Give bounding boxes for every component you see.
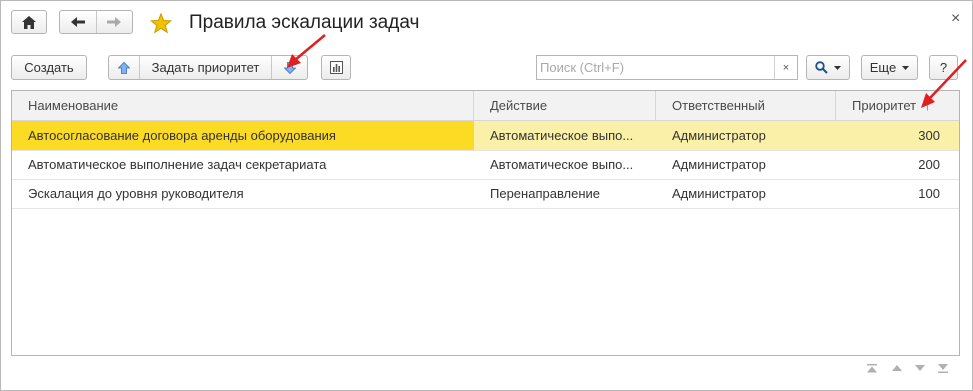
nav-last-icon xyxy=(938,363,948,373)
annotation-arrow-icon xyxy=(287,34,326,68)
back-arrow-icon[interactable] xyxy=(60,11,97,33)
table-row[interactable]: Эскалация до уровня руководителя Перенап… xyxy=(12,179,959,209)
home-button[interactable] xyxy=(11,10,47,34)
chevron-down-icon xyxy=(902,65,910,70)
rules-table: Наименование Действие Ответственный Прио… xyxy=(11,90,960,356)
cell-name: Автосогласование договора аренды оборудо… xyxy=(12,121,474,150)
annotation-arrow-icon xyxy=(921,59,967,108)
set-priority-button[interactable]: Задать приоритет xyxy=(140,56,273,79)
column-header-responsible[interactable]: Ответственный xyxy=(656,91,836,120)
nav-history-group xyxy=(59,10,133,34)
nav-up-icon xyxy=(892,365,902,371)
create-button[interactable]: Создать xyxy=(11,55,87,80)
move-up-icon[interactable] xyxy=(109,56,140,79)
cell-name: Автоматическое выполнение задач секретар… xyxy=(28,157,327,172)
cell-action: Автоматическое выпо... xyxy=(474,121,656,150)
report-icon xyxy=(329,61,343,74)
cell-action: Автоматическое выпо... xyxy=(490,157,634,172)
home-icon xyxy=(22,15,36,29)
nav-last-button[interactable] xyxy=(932,359,954,377)
page-title: Правила эскалации задач xyxy=(189,12,420,33)
table-row[interactable]: Автосогласование договора аренды оборудо… xyxy=(12,121,959,151)
search-clear-button[interactable]: × xyxy=(774,56,797,79)
search-field: × xyxy=(536,55,798,80)
cell-responsible: Администратор xyxy=(672,157,766,172)
cell-responsible: Администратор xyxy=(672,186,766,201)
search-icon xyxy=(815,61,828,74)
cell-priority: 200 xyxy=(918,157,940,172)
column-header-action[interactable]: Действие xyxy=(474,91,656,120)
cell-responsible: Администратор xyxy=(656,121,836,150)
search-input[interactable] xyxy=(540,58,772,77)
star-icon[interactable] xyxy=(150,13,172,34)
dropdown-icon xyxy=(834,65,841,70)
forward-arrow-icon[interactable] xyxy=(97,11,133,33)
cell-priority: 100 xyxy=(918,186,940,201)
nav-down-button[interactable] xyxy=(909,359,931,377)
cell-name: Эскалация до уровня руководителя xyxy=(28,186,244,201)
nav-down-icon xyxy=(915,365,925,371)
nav-first-icon xyxy=(867,363,877,373)
close-icon[interactable]: × xyxy=(951,10,960,28)
column-header-name[interactable]: Наименование xyxy=(12,91,474,120)
cell-priority: 300 xyxy=(836,121,959,150)
table-header: Наименование Действие Ответственный Прио… xyxy=(12,91,959,121)
table-row[interactable]: Автоматическое выполнение задач секретар… xyxy=(12,150,959,180)
cell-action: Перенаправление xyxy=(490,186,601,201)
nav-up-button[interactable] xyxy=(886,359,908,377)
priority-header-label: Приоритет xyxy=(852,98,917,113)
priority-group: Задать приоритет xyxy=(108,55,308,80)
more-label: Еще xyxy=(869,60,897,75)
more-button[interactable]: Еще xyxy=(861,55,918,80)
nav-first-button[interactable] xyxy=(861,359,883,377)
search-button[interactable] xyxy=(806,55,850,80)
